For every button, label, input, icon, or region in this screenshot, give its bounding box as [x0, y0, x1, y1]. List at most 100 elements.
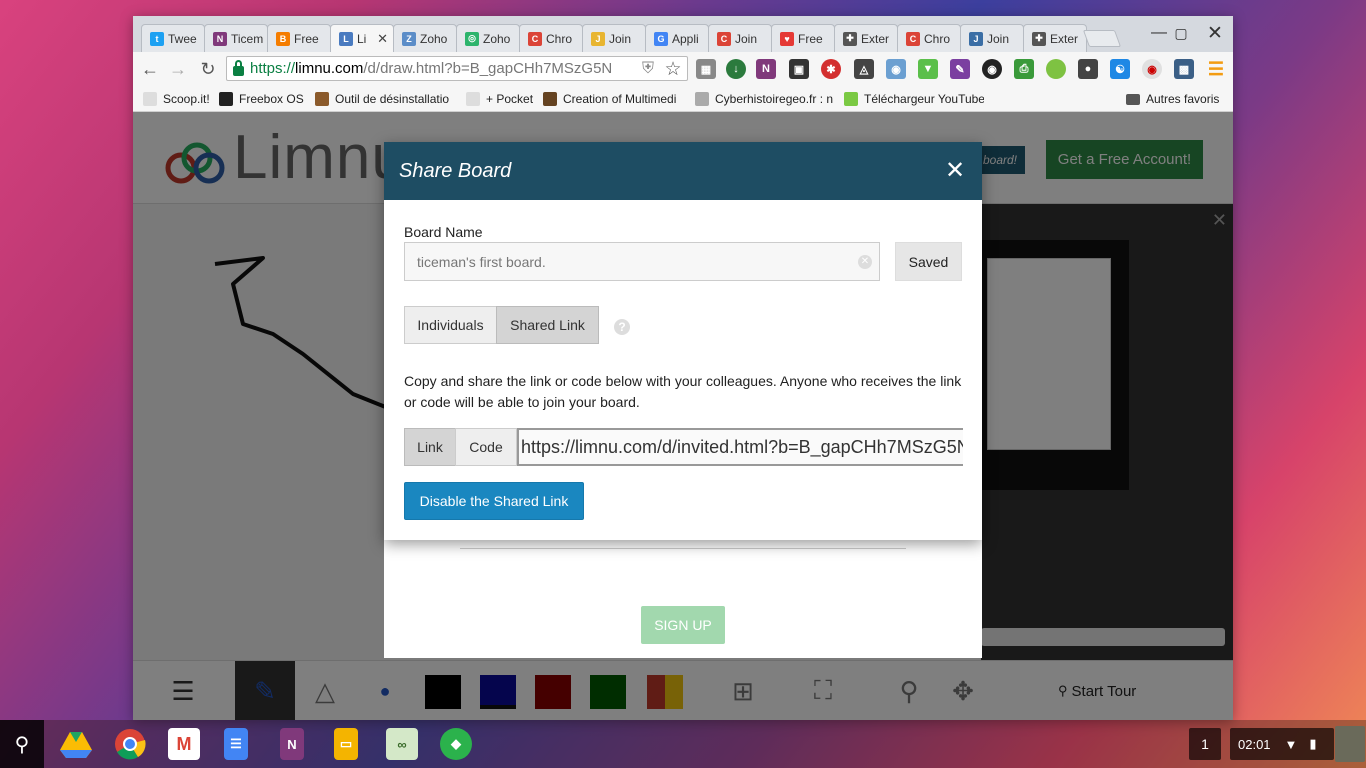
close-icon[interactable]: ✕	[944, 159, 966, 183]
tab-favicon-icon: G	[654, 31, 668, 46]
tab-favicon-icon: ◎	[465, 31, 479, 46]
url-host: limnu.com	[295, 60, 364, 77]
photo-ext-icon[interactable]: ▩	[1174, 59, 1194, 79]
tab-4[interactable]: Z Zoho	[393, 24, 457, 52]
saved-button[interactable]: Saved	[895, 242, 962, 281]
minimize-icon[interactable]: —	[1147, 22, 1171, 44]
green-dot-ext-icon[interactable]	[1046, 59, 1066, 79]
disable-shared-link-button[interactable]: Disable the Shared Link	[404, 482, 584, 520]
tab-favicon-icon: C	[717, 31, 731, 46]
tab-code[interactable]: Code	[455, 428, 517, 466]
tab-strip: t Twee N Ticem B Free L Li ✕ Z Zoho ◎ Zoho C Chro J Join…	[133, 16, 1233, 52]
docs-icon[interactable]: ☰	[224, 728, 248, 760]
drive-icon[interactable]	[60, 728, 92, 760]
tab-favicon-icon: B	[276, 31, 290, 46]
bookmark-label: + Pocket	[486, 92, 534, 106]
bookmark-item[interactable]: Freebox OS	[219, 90, 309, 108]
folder-icon	[1126, 93, 1140, 105]
lens-ext-icon[interactable]: ◉	[982, 59, 1002, 79]
bookmark-item[interactable]: Outil de désinstallatio	[315, 90, 460, 108]
url-path: /d/draw.html?b=B_gapCHh7MSzG5N	[363, 60, 613, 77]
tab-0[interactable]: t Twee	[141, 24, 205, 52]
extension-icon[interactable]: ▦	[696, 59, 716, 79]
tab-favicon-icon: ✚	[843, 31, 857, 46]
camera-icon[interactable]: ◉	[886, 59, 906, 79]
signup-card: PASSWORD SIGN UP	[384, 521, 982, 658]
bookmark-item[interactable]: Scoop.it!	[143, 90, 223, 108]
tab-13[interactable]: J Join	[960, 24, 1024, 52]
tab-favicon-icon: C	[528, 31, 542, 46]
film-icon[interactable]: ▣	[789, 59, 809, 79]
menu-icon[interactable]: ☰	[1206, 59, 1226, 79]
tab-2[interactable]: B Free	[267, 24, 331, 52]
tab-label: Ticem	[231, 31, 264, 46]
tab-14[interactable]: ✚ Exter	[1023, 24, 1087, 52]
bookmark-label: Outil de désinstallatio	[335, 92, 450, 106]
notification-badge[interactable]: 1	[1189, 728, 1221, 760]
target-ext-icon[interactable]: ◉	[1142, 59, 1162, 79]
chrome-icon[interactable]	[114, 728, 146, 760]
clear-input-icon[interactable]: ✕	[858, 255, 872, 269]
wifi-icon: ▼	[1284, 736, 1298, 752]
tab-individuals[interactable]: Individuals	[404, 306, 497, 344]
bookmark-favicon-icon	[543, 92, 557, 106]
tab-3[interactable]: L Li ✕	[330, 24, 394, 52]
feather-icon[interactable]: ✎	[950, 59, 970, 79]
tab-link[interactable]: Link	[404, 428, 456, 466]
tab-9[interactable]: C Join	[708, 24, 772, 52]
signup-button[interactable]: SIGN UP	[641, 606, 725, 644]
board-name-input[interactable]: ticeman's first board.	[404, 242, 880, 281]
tab-label: Li	[357, 31, 367, 46]
bookmark-label: Cyberhistoiregeo.fr : n	[715, 92, 834, 106]
avatar[interactable]	[1335, 726, 1365, 762]
tab-6[interactable]: C Chro	[519, 24, 583, 52]
help-icon[interactable]: ?	[614, 319, 630, 335]
download-ext-icon[interactable]: ↓	[726, 59, 746, 79]
slides-icon[interactable]: ▭	[334, 728, 358, 760]
tab-11[interactable]: ✚ Exter	[834, 24, 898, 52]
tab-shared-link[interactable]: Shared Link	[496, 306, 599, 344]
bookmarks-bar: Scoop.it! Freebox OS Outil de désinstallat…	[133, 86, 1233, 112]
tab-12[interactable]: C Chro	[897, 24, 961, 52]
tab-8[interactable]: G Appli	[645, 24, 709, 52]
maximize-icon[interactable]: ▢	[1169, 22, 1193, 44]
new-tab-button[interactable]	[1082, 30, 1122, 47]
bookmark-item[interactable]: + Pocket	[466, 90, 536, 108]
browser-window: t Twee N Ticem B Free L Li ✕ Z Zoho ◎ Zoho C Chro J Join…	[133, 16, 1233, 720]
forward-icon[interactable]: →	[166, 57, 190, 81]
tab-favicon-icon: C	[906, 31, 920, 46]
shield-icon[interactable]: ⛨	[636, 57, 660, 81]
print-icon[interactable]: ⎙	[1014, 59, 1034, 79]
window-close-icon[interactable]: ✕	[1203, 22, 1227, 44]
star-icon[interactable]: ☆	[661, 57, 685, 81]
feedly-icon[interactable]: ◆	[440, 728, 472, 760]
asterisk-ext-icon[interactable]: ✱	[821, 59, 841, 79]
address-bar[interactable]: https:// limnu.com /d/draw.html?b=B_gapC…	[226, 56, 688, 81]
tab-1[interactable]: N Ticem	[204, 24, 268, 52]
shared-link-field[interactable]: https://limnu.com/d/invited.html?b=B_gap…	[517, 428, 963, 466]
onenote-icon[interactable]: N	[756, 59, 776, 79]
onenote-app-icon[interactable]: N	[280, 728, 304, 760]
chat-ext-icon[interactable]: ●	[1078, 59, 1098, 79]
owl-ext-icon[interactable]: ☯	[1110, 59, 1130, 79]
bookmark-item[interactable]: Téléchargeur YouTube	[844, 90, 984, 108]
tab-favicon-icon: ✚	[1032, 31, 1046, 46]
search-icon[interactable]: ⚲	[0, 720, 44, 768]
back-icon[interactable]: ←	[138, 57, 162, 81]
pin-ext-icon[interactable]: ▼	[918, 59, 938, 79]
bookmark-label: Creation of Multimedi	[563, 92, 677, 106]
tab-label: Free	[798, 31, 823, 46]
clip-ext-icon[interactable]: ◬	[854, 59, 874, 79]
other-bookmarks[interactable]: Autres favoris	[1126, 90, 1219, 108]
bookmark-item[interactable]: Creation of Multimedi	[543, 90, 685, 108]
tab-close-icon[interactable]: ✕	[377, 31, 388, 47]
reload-icon[interactable]: ↻	[196, 57, 220, 81]
zoho-app-icon[interactable]: ∞	[386, 728, 418, 760]
tab-7[interactable]: J Join	[582, 24, 646, 52]
tab-10[interactable]: ♥ Free	[771, 24, 835, 52]
gmail-icon[interactable]: M	[168, 728, 200, 760]
bookmark-favicon-icon	[695, 92, 709, 106]
status-tray[interactable]: 02:01 ▼ ▮	[1230, 728, 1334, 760]
tab-5[interactable]: ◎ Zoho	[456, 24, 520, 52]
bookmark-item[interactable]: Cyberhistoiregeo.fr : n	[695, 90, 837, 108]
